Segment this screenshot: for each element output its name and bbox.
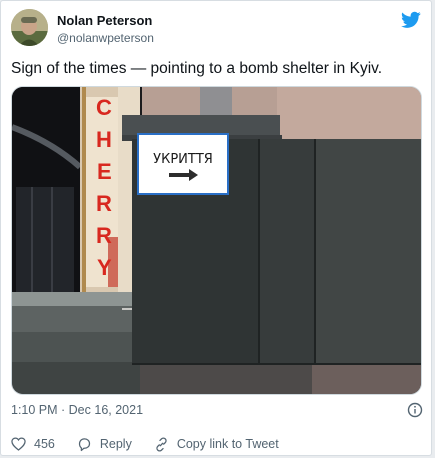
- tweet-timestamp[interactable]: 1:10 PM · Dec 16, 2021: [11, 403, 143, 417]
- storefront-letter: R: [96, 191, 112, 216]
- twitter-bird-icon[interactable]: [401, 11, 421, 29]
- avatar-image: [11, 9, 48, 46]
- tweet-actions: 456 Reply Copy link to Tweet: [11, 435, 301, 453]
- shelter-sign: УКРИТТЯ: [137, 133, 229, 195]
- heart-icon: [11, 437, 26, 451]
- author-handle[interactable]: @nolanwpeterson: [57, 31, 154, 45]
- tweet-card: Nolan Peterson @nolanwpeterson Sign of t…: [0, 0, 432, 456]
- photo-image: C H E R R Y УКРИТТЯ: [12, 87, 421, 394]
- author-name[interactable]: Nolan Peterson: [57, 13, 152, 28]
- storefront-letter: C: [96, 95, 112, 120]
- copy-link-button[interactable]: Copy link to Tweet: [154, 436, 279, 452]
- reply-icon: [78, 437, 90, 451]
- reply-button[interactable]: Reply: [77, 437, 132, 452]
- tweet-header: Nolan Peterson @nolanwpeterson: [11, 9, 423, 49]
- reply-label: Reply: [99, 437, 132, 451]
- tweet-photo[interactable]: C H E R R Y УКРИТТЯ: [11, 86, 422, 395]
- link-icon: [156, 436, 167, 452]
- storefront-letter: E: [97, 159, 112, 184]
- tweet-text: Sign of the times — pointing to a bomb s…: [11, 60, 383, 77]
- avatar[interactable]: [11, 9, 48, 46]
- like-button[interactable]: 456: [11, 437, 55, 451]
- like-count: 456: [34, 437, 55, 451]
- storefront-letter: Y: [97, 255, 112, 280]
- info-icon[interactable]: [407, 402, 423, 418]
- storefront-letter: H: [96, 127, 112, 152]
- storefront-letter: R: [96, 223, 112, 248]
- copy-link-label: Copy link to Tweet: [176, 437, 279, 451]
- shelter-sign-text: УКРИТТЯ: [153, 152, 213, 167]
